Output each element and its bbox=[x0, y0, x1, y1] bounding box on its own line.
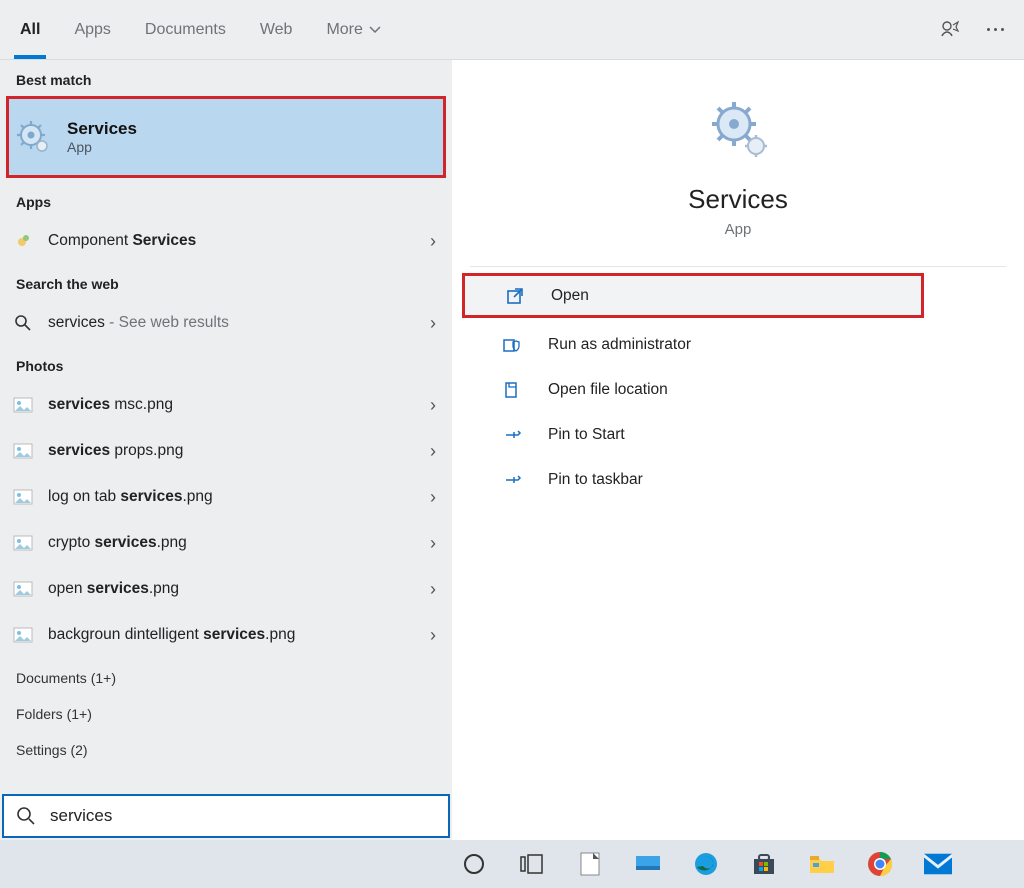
services-gear-icon bbox=[15, 119, 51, 155]
result-photo[interactable]: crypto services.png› bbox=[0, 520, 452, 566]
detail-pane: Services App Open Run as administrator bbox=[452, 60, 1024, 840]
result-photo[interactable]: log on tab services.png› bbox=[0, 474, 452, 520]
tab-all[interactable]: All bbox=[20, 0, 40, 59]
component-icon bbox=[12, 232, 34, 250]
detail-subtitle: App bbox=[452, 221, 1024, 238]
section-best-match: Best match bbox=[0, 60, 452, 96]
result-services-web[interactable]: services - See web results › bbox=[0, 300, 452, 346]
pin-icon bbox=[502, 470, 524, 490]
search-box[interactable] bbox=[2, 794, 450, 838]
result-photo[interactable]: services props.png› bbox=[0, 428, 452, 474]
section-settings-more[interactable]: Settings (2) bbox=[0, 730, 452, 766]
tab-more[interactable]: More bbox=[326, 0, 380, 59]
chevron-right-icon: › bbox=[430, 313, 446, 334]
action-open[interactable]: Open bbox=[462, 273, 924, 318]
result-photo[interactable]: services msc.png› bbox=[0, 382, 452, 428]
chevron-down-icon bbox=[369, 26, 381, 34]
image-file-icon bbox=[12, 627, 34, 643]
action-pin-to-start[interactable]: Pin to Start bbox=[462, 412, 1014, 457]
services-gear-large-icon bbox=[702, 96, 774, 168]
result-component-services[interactable]: Component Services › bbox=[0, 218, 452, 264]
feedback-icon[interactable] bbox=[939, 19, 961, 41]
chevron-right-icon: › bbox=[430, 395, 446, 416]
tab-web[interactable]: Web bbox=[260, 0, 293, 59]
taskbar bbox=[0, 840, 1024, 888]
detail-title: Services bbox=[452, 184, 1024, 215]
image-file-icon bbox=[12, 397, 34, 413]
result-photo[interactable]: backgroun dintelligent services.png› bbox=[0, 612, 452, 658]
search-input[interactable] bbox=[50, 806, 436, 826]
more-options-icon[interactable] bbox=[987, 28, 1004, 31]
result-photo[interactable]: open services.png› bbox=[0, 566, 452, 612]
search-results-column: Best match Services App Apps bbox=[0, 60, 452, 840]
best-match-title: Services bbox=[67, 119, 137, 139]
chevron-right-icon: › bbox=[430, 625, 446, 646]
chevron-right-icon: › bbox=[430, 533, 446, 554]
image-file-icon bbox=[12, 581, 34, 597]
action-run-as-admin[interactable]: Run as administrator bbox=[462, 322, 1014, 367]
section-folders-more[interactable]: Folders (1+) bbox=[0, 694, 452, 730]
taskbar-explorer-icon[interactable] bbox=[808, 850, 836, 878]
open-icon bbox=[505, 286, 527, 306]
folder-icon bbox=[502, 380, 524, 400]
shield-admin-icon bbox=[502, 335, 524, 355]
section-search-web: Search the web bbox=[0, 264, 452, 300]
section-documents-more[interactable]: Documents (1+) bbox=[0, 658, 452, 694]
search-icon bbox=[16, 806, 36, 826]
section-photos: Photos bbox=[0, 346, 452, 382]
taskbar-cortana-icon[interactable] bbox=[460, 850, 488, 878]
search-filter-tabs: All Apps Documents Web More bbox=[0, 0, 1024, 60]
taskbar-store-icon[interactable] bbox=[750, 850, 778, 878]
taskbar-chrome-icon[interactable] bbox=[866, 850, 894, 878]
best-match-subtitle: App bbox=[67, 139, 137, 155]
chevron-right-icon: › bbox=[430, 231, 446, 252]
image-file-icon bbox=[12, 443, 34, 459]
chevron-right-icon: › bbox=[430, 579, 446, 600]
pin-icon bbox=[502, 425, 524, 445]
taskbar-libreoffice-icon[interactable] bbox=[576, 850, 604, 878]
chevron-right-icon: › bbox=[430, 487, 446, 508]
image-file-icon bbox=[12, 489, 34, 505]
taskbar-taskview-icon[interactable] bbox=[518, 850, 546, 878]
taskbar-desktop-icon[interactable] bbox=[634, 850, 662, 878]
taskbar-edge-icon[interactable] bbox=[692, 850, 720, 878]
image-file-icon bbox=[12, 535, 34, 551]
taskbar-mail-icon[interactable] bbox=[924, 850, 952, 878]
tab-documents[interactable]: Documents bbox=[145, 0, 226, 59]
chevron-right-icon: › bbox=[430, 441, 446, 462]
best-match-result-services[interactable]: Services App bbox=[6, 96, 446, 178]
search-icon bbox=[12, 314, 34, 332]
action-open-file-location[interactable]: Open file location bbox=[462, 367, 1014, 412]
section-apps: Apps bbox=[0, 182, 452, 218]
tab-apps[interactable]: Apps bbox=[74, 0, 110, 59]
action-pin-to-taskbar[interactable]: Pin to taskbar bbox=[462, 457, 1014, 502]
